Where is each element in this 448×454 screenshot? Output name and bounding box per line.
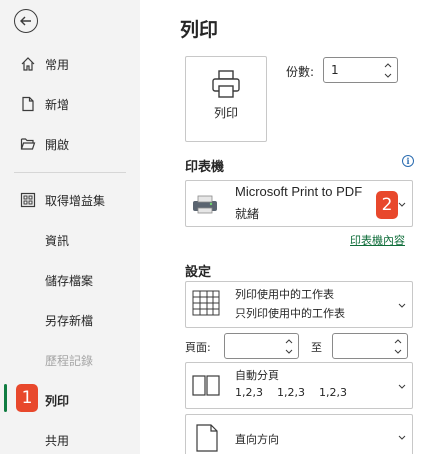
portrait-page-icon <box>196 424 218 452</box>
sidebar-item-label: 共用 <box>45 434 70 448</box>
sidebar-item-label: 取得增益集 <box>45 194 106 208</box>
chevron-down-icon <box>398 435 406 440</box>
chevron-down-icon[interactable] <box>384 73 392 79</box>
chevron-down-icon[interactable] <box>285 349 293 355</box>
copies-label: 份數: <box>286 65 315 79</box>
chevron-down-icon[interactable] <box>394 349 402 355</box>
folder-open-icon <box>20 138 36 150</box>
sidebar-item-label: 資訊 <box>45 234 70 248</box>
orientation-title: 直向方向 <box>235 433 279 446</box>
sidebar-item-label: 開啟 <box>45 138 70 152</box>
collate-dropdown[interactable]: 自動分頁 1,2,3 1,2,3 1,2,3 <box>185 362 413 409</box>
collate-desc: 1,2,3 1,2,3 1,2,3 <box>235 386 347 399</box>
sidebar-item-label: 新增 <box>45 98 70 112</box>
chevron-up-icon[interactable] <box>285 338 293 344</box>
chevron-down-icon <box>398 384 406 389</box>
sidebar-divider <box>14 172 126 173</box>
info-icon[interactable]: i <box>402 155 414 167</box>
backstage-sidebar: 常用 新增 開啟 取得增益集 資訊 儲存檔案 另存新檔 歷程記錄 1 列印 共用 <box>0 0 140 454</box>
sidebar-item-label: 儲存檔案 <box>45 274 94 288</box>
chevron-up-icon[interactable] <box>394 338 402 344</box>
sidebar-item-label: 另存新檔 <box>45 314 94 328</box>
sidebar-item-home[interactable]: 常用 <box>0 46 140 82</box>
pages-to-label: 至 <box>311 341 322 354</box>
page-title: 列印 <box>180 19 219 41</box>
sidebar-item-history: 歷程記錄 <box>0 342 140 378</box>
settings-section-heading: 設定 <box>185 265 212 280</box>
sidebar-item-print[interactable]: 列印 <box>0 382 140 418</box>
step-badge: 2 <box>376 191 398 219</box>
printer-dropdown[interactable]: Microsoft Print to PDF 就緒 2 <box>185 180 413 227</box>
printer-section-heading: 印表機 <box>185 160 225 175</box>
chevron-down-icon <box>398 202 406 207</box>
addins-icon <box>20 192 36 208</box>
printer-device-icon <box>193 195 217 214</box>
pages-from-stepper[interactable] <box>224 333 299 359</box>
copies-stepper[interactable]: 1 <box>323 57 398 83</box>
print-pane: 列印 列印 份數: 1 印表機 i Microsoft Print to PDF… <box>140 0 448 454</box>
orientation-dropdown[interactable]: 直向方向 <box>185 414 413 454</box>
home-icon <box>21 57 35 71</box>
worksheet-grid-icon <box>192 290 220 316</box>
sidebar-item-new[interactable]: 新增 <box>0 86 140 122</box>
printer-name: Microsoft Print to PDF <box>235 184 363 199</box>
back-arrow-icon <box>20 16 31 26</box>
chevron-up-icon[interactable] <box>384 62 392 68</box>
print-button[interactable]: 列印 <box>185 56 267 142</box>
copies-value: 1 <box>331 63 339 77</box>
pages-to-stepper[interactable] <box>332 333 408 359</box>
back-button[interactable] <box>14 9 38 33</box>
sidebar-item-label: 列印 <box>45 394 70 408</box>
print-button-label: 列印 <box>213 106 238 120</box>
print-scope-title: 列印使用中的工作表 <box>235 288 334 301</box>
collate-title: 自動分頁 <box>235 369 279 382</box>
collate-icon <box>192 375 220 396</box>
printer-properties-link[interactable]: 印表機內容 <box>350 232 405 248</box>
new-doc-icon <box>22 96 34 112</box>
sidebar-item-get-addins[interactable]: 取得增益集 <box>0 182 140 218</box>
print-scope-desc: 只列印使用中的工作表 <box>235 307 345 320</box>
sidebar-item-label: 常用 <box>45 58 70 72</box>
sidebar-item-open[interactable]: 開啟 <box>0 126 140 162</box>
sidebar-item-save-as[interactable]: 另存新檔 <box>0 302 140 338</box>
print-scope-dropdown[interactable]: 列印使用中的工作表 只列印使用中的工作表 <box>185 281 413 328</box>
printer-status: 就緒 <box>235 207 260 221</box>
sidebar-item-save[interactable]: 儲存檔案 <box>0 262 140 298</box>
printer-icon <box>212 70 240 98</box>
sidebar-item-label: 歷程記錄 <box>45 354 94 368</box>
pages-label: 頁面: <box>185 341 211 354</box>
sidebar-item-share[interactable]: 共用 <box>0 422 140 454</box>
chevron-down-icon <box>398 303 406 308</box>
sidebar-item-info[interactable]: 資訊 <box>0 222 140 258</box>
